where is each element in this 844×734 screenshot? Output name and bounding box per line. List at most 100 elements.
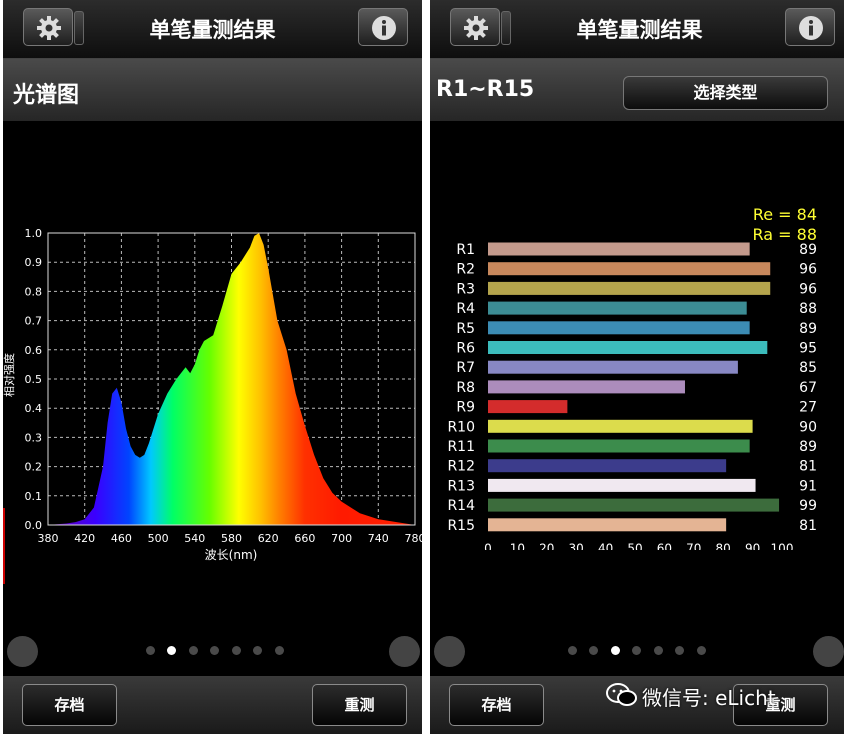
x-tick-label: 90: [745, 542, 760, 551]
info-icon: [372, 16, 396, 40]
bar-category-label: R6: [456, 341, 475, 357]
save-button[interactable]: 存档: [22, 684, 117, 726]
bar-category-label: R4: [456, 301, 475, 317]
bar-category-label: R15: [447, 518, 475, 534]
page-dot[interactable]: [697, 646, 706, 655]
bar-value-label: 96: [799, 262, 817, 278]
save-button[interactable]: 存档: [449, 684, 544, 726]
bar-value-label: 90: [799, 419, 817, 435]
page-dot[interactable]: [275, 646, 284, 655]
right-screen: 单笔量测结果 R1~R15 选择类型 Re = 84 Ra = 88 R1 89 R…: [430, 0, 844, 734]
page-dot[interactable]: [589, 646, 598, 655]
bar-category-label: R9: [456, 400, 475, 416]
info-button[interactable]: [785, 8, 835, 46]
x-tick-label: 40: [598, 542, 613, 551]
bar-category-label: R7: [456, 360, 475, 376]
bar-value-label: 89: [799, 439, 817, 455]
x-tick-label: 780: [405, 532, 423, 545]
app-title: 单笔量测结果: [576, 18, 703, 42]
bar-category-label: R11: [447, 439, 475, 455]
page-dot[interactable]: [654, 646, 663, 655]
bar-category-label: R10: [447, 419, 475, 435]
bottom-bar: 存档 重测: [3, 676, 422, 734]
color-rendering-chart: Re = 84 Ra = 88 R1 89R2 96R3 96R4 88R5 89R6 95…: [447, 205, 817, 551]
page-indicator: [3, 646, 422, 658]
bar: [488, 478, 756, 492]
bar-category-label: R3: [456, 281, 475, 297]
remeasure-button[interactable]: 重测: [312, 684, 407, 726]
x-tick-label: 0: [484, 542, 492, 551]
page-dot[interactable]: [210, 646, 219, 655]
bar-value-label: 81: [799, 459, 817, 475]
y-tick-label: 0.0: [25, 519, 43, 532]
bar-value-label: 96: [799, 281, 817, 297]
page-dot[interactable]: [632, 646, 641, 655]
bar: [488, 262, 771, 276]
bar-value-label: 91: [799, 478, 817, 494]
bar: [488, 360, 738, 374]
y-axis-label: 相对强度: [3, 353, 16, 397]
y-tick-label: 0.8: [25, 285, 43, 298]
sub-header: R1~R15 选择类型: [430, 59, 844, 121]
bar: [488, 380, 685, 394]
page-dot[interactable]: [675, 646, 684, 655]
x-tick-label: 740: [368, 532, 389, 545]
bar: [488, 281, 771, 295]
bar-value-label: 99: [799, 498, 817, 514]
bar: [488, 439, 750, 453]
bar: [488, 459, 727, 473]
bar-value-label: 67: [799, 380, 817, 396]
sub-header: 光谱图: [3, 59, 422, 121]
x-tick-label: 20: [539, 542, 554, 551]
bar-category-label: R1: [456, 242, 475, 258]
x-tick-label: 50: [627, 542, 642, 551]
bar-category-label: R12: [447, 459, 475, 475]
bar-value-label: 89: [799, 321, 817, 337]
info-button[interactable]: [358, 8, 408, 46]
page-dot[interactable]: [189, 646, 198, 655]
bar: [488, 242, 750, 256]
x-tick-label: 620: [258, 532, 279, 545]
x-tick-label: 700: [331, 532, 352, 545]
re-annotation: Re = 84: [753, 205, 817, 224]
x-tick-label: 580: [221, 532, 242, 545]
x-axis-label: 波长(nm): [205, 548, 258, 562]
y-tick-label: 1.0: [25, 227, 43, 240]
wechat-icon: [606, 683, 637, 706]
bar-value-label: 95: [799, 341, 817, 357]
bar-value-label: 27: [799, 400, 817, 416]
page-dot[interactable]: [146, 646, 155, 655]
page-dot-active[interactable]: [611, 646, 620, 655]
x-tick-label: 60: [657, 542, 672, 551]
watermark-text: 微信号: eLicht: [642, 686, 776, 710]
x-tick-label: 660: [294, 532, 315, 545]
y-tick-label: 0.5: [25, 373, 43, 386]
select-type-button[interactable]: 选择类型: [623, 76, 828, 110]
y-tick-label: 0.7: [25, 315, 43, 328]
x-tick-label: 10: [510, 542, 525, 551]
bar-category-label: R8: [456, 380, 475, 396]
bar-category-label: R2: [456, 262, 475, 278]
y-tick-label: 0.6: [25, 344, 43, 357]
page-dot[interactable]: [232, 646, 241, 655]
bar: [488, 400, 568, 414]
y-tick-label: 0.3: [25, 431, 43, 444]
bar: [488, 301, 747, 315]
page-dot[interactable]: [568, 646, 577, 655]
bar-value-label: 88: [799, 301, 817, 317]
page-subtitle: R1~R15: [436, 77, 535, 102]
page-subtitle: 光谱图: [13, 83, 80, 108]
page-dot-active[interactable]: [167, 646, 176, 655]
bar-category-label: R14: [447, 498, 475, 514]
y-tick-label: 0.4: [25, 402, 43, 415]
bar: [488, 518, 727, 532]
bar-category-label: R5: [456, 321, 475, 337]
bar: [488, 341, 768, 354]
x-tick-label: 500: [148, 532, 169, 545]
left-screen: 单笔量测结果 光谱图 0.0 0.1 0.2 0.3 0.4 0.5 0.6 0…: [3, 0, 422, 734]
bar-value-label: 85: [799, 360, 817, 376]
bar-category-label: R13: [447, 478, 475, 494]
bar: [488, 498, 780, 512]
page-dot[interactable]: [253, 646, 262, 655]
x-tick-label: 80: [716, 542, 731, 551]
